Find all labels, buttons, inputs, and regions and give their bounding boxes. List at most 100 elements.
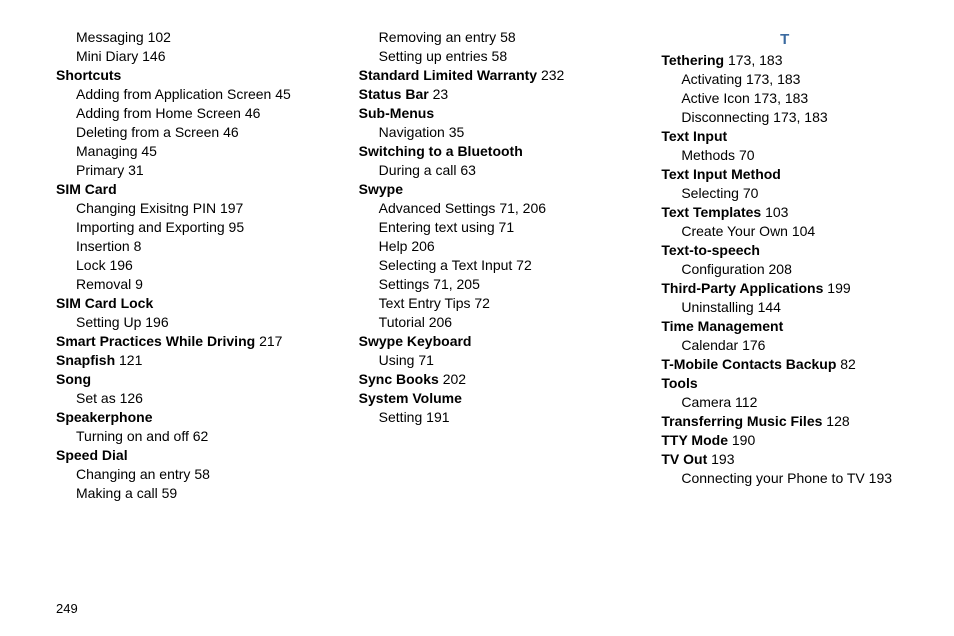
index-subentry: Lock 196 [56, 256, 303, 275]
index-entry-label: Adding from Application Screen [76, 86, 271, 102]
index-entry-label: Switching to a Bluetooth [359, 143, 523, 159]
index-subentry: Managing 45 [56, 142, 303, 161]
index-subentry: Making a call 59 [56, 484, 303, 503]
index-subentry: Methods 70 [661, 146, 908, 165]
index-subentry: Uninstalling 144 [661, 298, 908, 317]
index-subentry: Setting Up 196 [56, 313, 303, 332]
index-entry-label: Snapfish [56, 352, 115, 368]
index-entry-label: Disconnecting [681, 109, 769, 125]
index-subentry: Primary 31 [56, 161, 303, 180]
index-entry-pages: 102 [148, 29, 171, 45]
index-term: Switching to a Bluetooth [359, 142, 606, 161]
index-entry-pages: 46 [223, 124, 239, 140]
index-subentry: Activating 173, 183 [661, 70, 908, 89]
index-entry-label: Time Management [661, 318, 783, 334]
index-entry-pages: 58 [194, 466, 210, 482]
index-subentry: Help 206 [359, 237, 606, 256]
index-term: Text-to-speech [661, 241, 908, 260]
index-term: T-Mobile Contacts Backup 82 [661, 355, 908, 374]
index-entry-pages: 197 [220, 200, 243, 216]
index-entry-label: Connecting your Phone to TV [681, 470, 864, 486]
index-subentry: Text Entry Tips 72 [359, 294, 606, 313]
index-subentry: Deleting from a Screen 46 [56, 123, 303, 142]
index-term: Text Templates 103 [661, 203, 908, 222]
index-entry-label: Smart Practices While Driving [56, 333, 255, 349]
index-entry-pages: 202 [443, 371, 466, 387]
index-entry-label: During a call [379, 162, 457, 178]
index-term: Tethering 173, 183 [661, 51, 908, 70]
index-term: Third-Party Applications 199 [661, 279, 908, 298]
index-entry-pages: 112 [735, 394, 757, 410]
index-entry-label: Tools [661, 375, 697, 391]
index-entry-pages: 70 [739, 147, 755, 163]
index-term: Tools [661, 374, 908, 393]
index-column-1: Messaging 102Mini Diary 146ShortcutsAddi… [56, 28, 303, 503]
index-subentry: Calendar 176 [661, 336, 908, 355]
index-entry-label: Setting [379, 409, 423, 425]
index-subentry: Mini Diary 146 [56, 47, 303, 66]
index-entry-label: Setting Up [76, 314, 141, 330]
index-subentry: Adding from Home Screen 46 [56, 104, 303, 123]
index-entry-pages: 193 [869, 470, 892, 486]
index-entry-label: Swype [359, 181, 403, 197]
index-entry-pages: 173, 183 [746, 71, 801, 87]
index-entry-pages: 199 [827, 280, 850, 296]
index-subentry: During a call 63 [359, 161, 606, 180]
index-entry-pages: 206 [411, 238, 434, 254]
index-subentry: Navigation 35 [359, 123, 606, 142]
index-entry-pages: 193 [711, 451, 734, 467]
index-entry-label: Adding from Home Screen [76, 105, 241, 121]
index-entry-label: Messaging [76, 29, 144, 45]
index-entry-pages: 46 [245, 105, 261, 121]
index-entry-label: Removal [76, 276, 131, 292]
index-subentry: Setting up entries 58 [359, 47, 606, 66]
index-entry-label: Text Entry Tips [379, 295, 471, 311]
index-entry-label: Speed Dial [56, 447, 128, 463]
index-term: Status Bar 23 [359, 85, 606, 104]
index-entry-label: Sync Books [359, 371, 439, 387]
index-subentry: Adding from Application Screen 45 [56, 85, 303, 104]
index-entry-pages: 70 [743, 185, 759, 201]
index-entry-label: Selecting [681, 185, 739, 201]
index-entry-label: Song [56, 371, 91, 387]
index-term: System Volume [359, 389, 606, 408]
index-subentry: Tutorial 206 [359, 313, 606, 332]
index-entry-label: Tutorial [379, 314, 425, 330]
index-entry-pages: 62 [193, 428, 209, 444]
index-entry-label: Changing Exisitng PIN [76, 200, 216, 216]
index-term: Time Management [661, 317, 908, 336]
index-entry-label: Turning on and off [76, 428, 189, 444]
index-subentry: Importing and Exporting 95 [56, 218, 303, 237]
index-term: Text Input Method [661, 165, 908, 184]
index-entry-pages: 206 [429, 314, 452, 330]
index-subentry: Connecting your Phone to TV 193 [661, 469, 908, 488]
index-entry-label: Entering text using [379, 219, 495, 235]
index-entry-label: Text Input Method [661, 166, 781, 182]
index-term: SIM Card [56, 180, 303, 199]
index-entry-pages: 173, 183 [728, 52, 783, 68]
index-section-letter: T [661, 30, 908, 49]
index-entry-pages: 128 [826, 413, 849, 429]
index-entry-label: Advanced Settings [379, 200, 496, 216]
index-subentry: Disconnecting 173, 183 [661, 108, 908, 127]
index-entry-label: Importing and Exporting [76, 219, 225, 235]
index-entry-pages: 9 [135, 276, 143, 292]
index-entry-label: SIM Card Lock [56, 295, 153, 311]
index-entry-pages: 126 [120, 390, 143, 406]
index-term: TTY Mode 190 [661, 431, 908, 450]
index-subentry: Removing an entry 58 [359, 28, 606, 47]
index-entry-pages: 71 [418, 352, 434, 368]
index-entry-pages: 173, 183 [754, 90, 809, 106]
index-entry-label: Help [379, 238, 408, 254]
index-entry-label: System Volume [359, 390, 462, 406]
index-entry-label: Standard Limited Warranty [359, 67, 537, 83]
index-page: Messaging 102Mini Diary 146ShortcutsAddi… [0, 0, 954, 636]
index-term: SIM Card Lock [56, 294, 303, 313]
index-subentry: Changing an entry 58 [56, 465, 303, 484]
index-entry-pages: 191 [426, 409, 449, 425]
index-entry-label: Sub-Menus [359, 105, 434, 121]
index-entry-pages: 58 [500, 29, 516, 45]
index-entry-label: Text-to-speech [661, 242, 760, 258]
index-entry-pages: 144 [758, 299, 781, 315]
index-entry-pages: 45 [275, 86, 291, 102]
